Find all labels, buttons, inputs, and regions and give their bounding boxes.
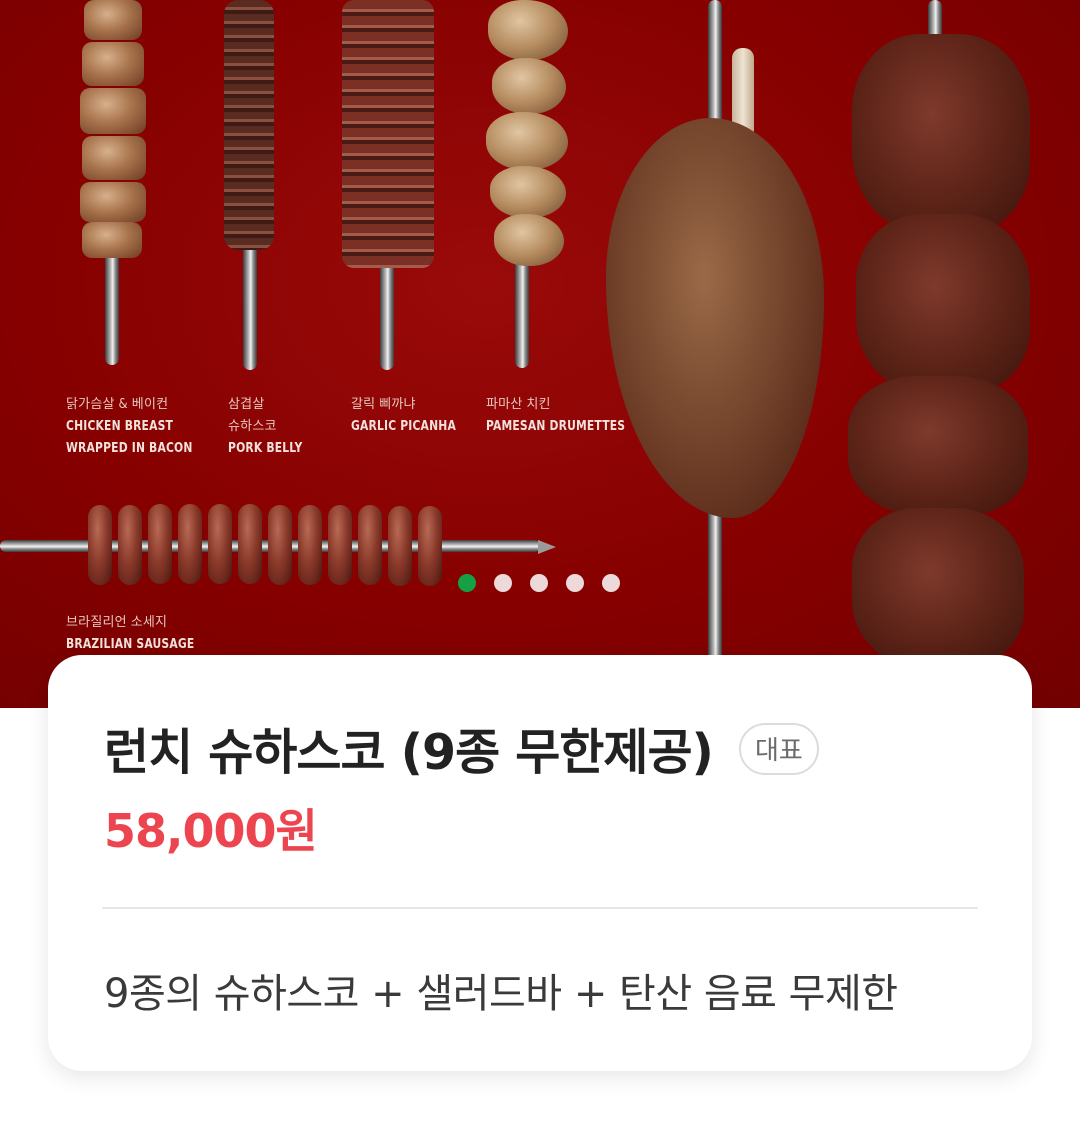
caption-en: PORK BELLY [228,441,303,456]
caption-kr: 삼겹살 [228,397,265,412]
menu-title: 런치 슈하스코 (9종 무한제공) [104,724,714,781]
pager-dot-2[interactable] [494,574,512,592]
caption-kr: 슈하스코 [228,419,277,434]
caption-en: GARLIC PICANHA [351,419,456,434]
caption-kr: 닭가슴살 & 베이컨 [66,397,169,412]
caption-brazilian-sausage: 브라질리언 소세지 BRAZILIAN SAUSAGE [66,612,206,656]
pager-dot-5[interactable] [602,574,620,592]
caption-garlic-picanha: 갈릭 삐까냐 GARLIC PICANHA [351,394,465,438]
caption-en: PAMESAN DRUMETTES [486,419,626,434]
caption-kr: 파마산 치킨 [486,397,551,412]
caption-pork-belly: 삼겹살 슈하스코 PORK BELLY [228,394,309,460]
menu-title-row: 런치 슈하스코 (9종 무한제공) 대표 [104,713,819,784]
caption-kr: 갈릭 삐까냐 [351,397,416,412]
caption-parmesan-drumettes: 파마산 치킨 PAMESAN DRUMETTES [486,394,637,438]
menu-photo-carousel[interactable]: 닭가슴살 & 베이컨 CHICKEN BREAST WRAPPED IN BAC… [0,0,1080,708]
caption-en: CHICKEN BREAST [66,419,174,434]
pager-dot-3[interactable] [530,574,548,592]
caption-en: BRAZILIAN SAUSAGE [66,637,195,652]
representative-badge: 대표 [738,722,819,775]
pager-dot-1[interactable] [458,574,476,592]
menu-info-card: 런치 슈하스코 (9종 무한제공) 대표 58,000원 9종의 슈하스코 + … [48,655,1032,1071]
carousel-pager [458,574,620,592]
menu-price: 58,000원 [104,804,318,858]
pager-dot-4[interactable] [566,574,584,592]
menu-description: 9종의 슈하스코 + 샐러드바 + 탄산 음료 무제한 [104,971,898,1017]
caption-en: WRAPPED IN BACON [66,441,193,456]
caption-chicken-bacon: 닭가슴살 & 베이컨 CHICKEN BREAST WRAPPED IN BAC… [66,394,204,460]
divider [102,907,978,909]
caption-kr: 브라질리언 소세지 [66,615,168,630]
